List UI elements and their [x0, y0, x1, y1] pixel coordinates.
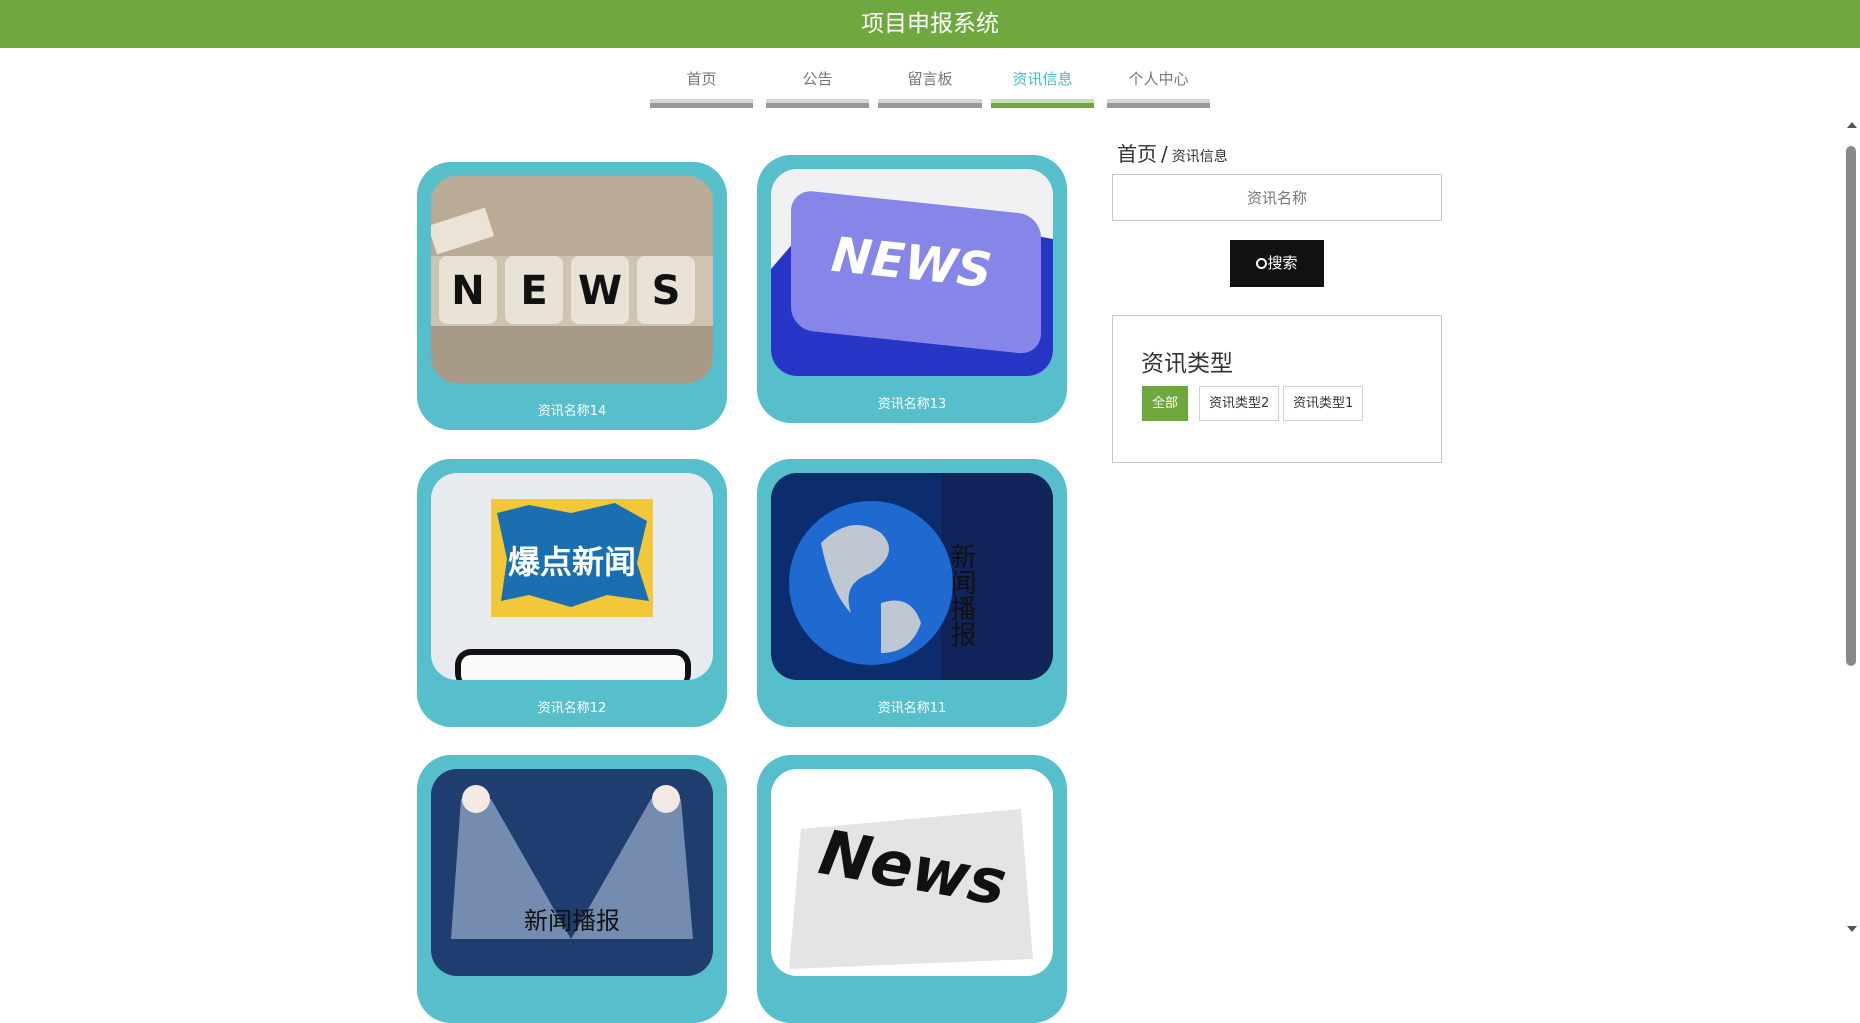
type-filter-2[interactable]: 资讯类型2	[1199, 386, 1280, 421]
news-image-text: 爆点新闻	[508, 543, 636, 581]
page-scrollbar[interactable]	[1842, 122, 1860, 938]
nav-item-home[interactable]: 首页	[650, 68, 753, 108]
nav-item-label: 公告	[802, 70, 833, 88]
nav-item-label: 留言板	[907, 70, 953, 88]
breadcrumb-home[interactable]: 首页	[1117, 142, 1157, 166]
news-card[interactable]: 爆点新闻 资讯名称12	[417, 459, 727, 727]
breadcrumb-current: 资讯信息	[1171, 149, 1228, 165]
search-button-label: 搜索	[1267, 254, 1298, 272]
search-icon	[1256, 258, 1268, 269]
nav-item-label: 首页	[686, 70, 717, 88]
news-card-title: 资讯名称12	[537, 701, 607, 716]
news-image: 爆点新闻	[431, 473, 713, 680]
news-image: NEWS	[771, 169, 1053, 376]
news-type-panel: 资讯类型 全部 资讯类型2 资讯类型1	[1112, 315, 1442, 463]
news-image: NEWS	[431, 176, 713, 383]
type-filter-1[interactable]: 资讯类型1	[1283, 386, 1364, 421]
svg-text:N: N	[451, 268, 484, 314]
news-type-title: 资讯类型	[1141, 351, 1233, 377]
breadcrumb: 首页 / 资讯信息	[1117, 138, 1228, 167]
svg-text:E: E	[520, 268, 547, 314]
breadcrumb-separator: /	[1161, 142, 1168, 166]
scrollbar-thumb[interactable]	[1846, 146, 1856, 666]
search-button[interactable]: 搜索	[1230, 240, 1324, 287]
news-card[interactable]: NEWS 资讯名称13	[757, 155, 1067, 423]
nav-item-personal-center[interactable]: 个人中心	[1107, 68, 1210, 108]
search-input[interactable]	[1112, 174, 1442, 221]
svg-text:W: W	[578, 268, 622, 314]
news-card[interactable]: 新闻播报 资讯名称11	[757, 459, 1067, 727]
scroll-down-icon[interactable]	[1847, 926, 1857, 932]
nav-item-news[interactable]: 资讯信息	[991, 68, 1094, 108]
news-card-title: 资讯名称11	[877, 701, 947, 716]
main-nav: 首页 公告 留言板 资讯信息 个人中心	[0, 68, 1860, 108]
nav-item-label: 资讯信息	[1012, 70, 1073, 88]
news-image: 新闻播报	[431, 769, 713, 976]
app-title: 项目申报系统	[0, 0, 1860, 48]
type-filter-all[interactable]: 全部	[1142, 386, 1189, 421]
news-card[interactable]: 新闻播报	[417, 755, 727, 1023]
news-card-title: 资讯名称13	[877, 397, 947, 412]
nav-item-message-board[interactable]: 留言板	[878, 68, 982, 108]
scroll-up-icon[interactable]	[1847, 122, 1857, 128]
news-card-title: 资讯名称14	[537, 404, 607, 419]
news-card[interactable]: News	[757, 755, 1067, 1023]
news-image: 新闻播报	[771, 473, 1053, 680]
news-image: News	[771, 769, 1053, 976]
nav-item-notice[interactable]: 公告	[766, 68, 869, 108]
news-card[interactable]: NEWS 资讯名称14	[417, 162, 727, 430]
news-image-text: 新闻播报	[524, 907, 620, 935]
svg-text:S: S	[652, 268, 681, 314]
news-image-text: 新闻播报	[946, 543, 976, 647]
nav-item-label: 个人中心	[1128, 70, 1189, 88]
